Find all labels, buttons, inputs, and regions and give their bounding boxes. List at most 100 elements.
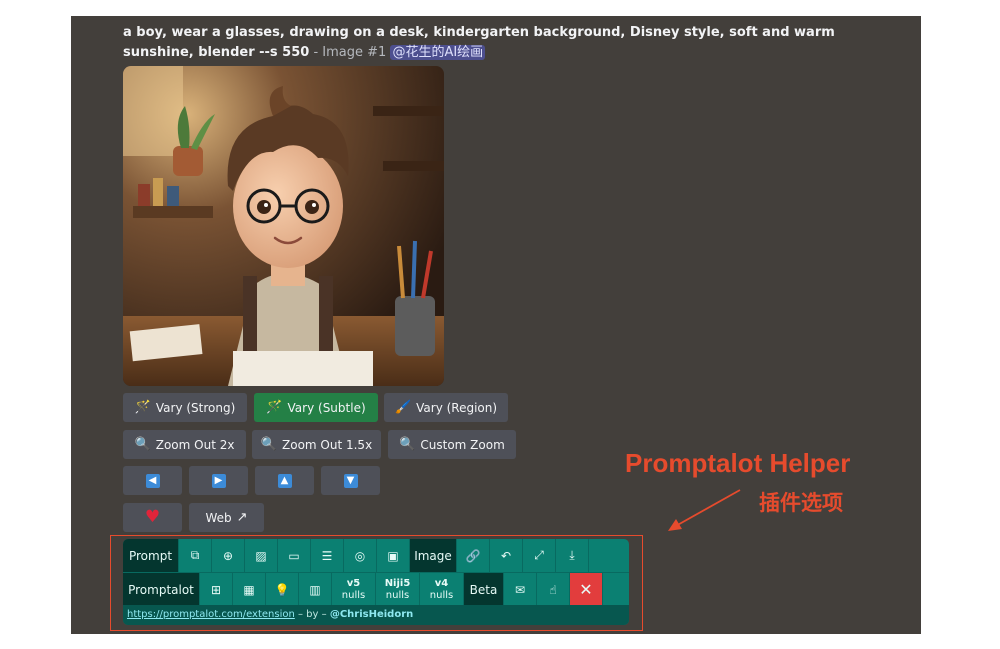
v5-label: v5 (346, 577, 361, 589)
arrow-down-icon: ▼ (343, 473, 358, 488)
annotation-subtitle: 插件选项 (759, 491, 843, 515)
vary-strong-label: Vary (Strong) (155, 400, 236, 415)
arrow-right-icon: ▶ (211, 473, 226, 488)
close-button[interactable]: ✕ (570, 573, 603, 606)
v4-sub: nulls (429, 589, 454, 601)
niji5-label: Niji5 (384, 577, 411, 589)
v5-sub: nulls (341, 589, 366, 601)
file-plus-icon: ⊞ (210, 582, 222, 597)
plus-circle-icon: ⊕ (222, 548, 234, 563)
image-tab[interactable]: Image (410, 539, 457, 572)
favorite-button[interactable]: ♥ (123, 503, 182, 532)
web-label: Web (205, 510, 232, 525)
author-link[interactable]: @ChrisHeidorn (330, 609, 413, 620)
copy-icon: ⧉ (190, 548, 200, 562)
toolbar-spacer-2 (603, 573, 629, 606)
image-icon: ▨ (255, 548, 267, 563)
toolbar-row-2: Promptalot ⊞ ▦ 💡 ▥ v5 nulls Niji5 nulls v4… (123, 572, 629, 606)
fingerprint-button[interactable]: ◎ (344, 539, 377, 572)
prompt-tab-label: Prompt (128, 548, 173, 563)
image-index: - Image #1 (313, 45, 387, 60)
expand-icon: ⤢ (534, 548, 544, 562)
promptalot-tab-label: Promptalot (128, 582, 194, 597)
beta-tab-label: Beta (469, 582, 498, 597)
annotation-arrow (668, 489, 741, 531)
zoom-out-1-5x-button[interactable]: 🔍 Zoom Out 1.5x (252, 430, 381, 459)
niji5-sub: nulls (385, 589, 410, 601)
vary-region-button[interactable]: 🖌️ Vary (Region) (384, 393, 508, 422)
beta-tab[interactable]: Beta (464, 573, 504, 606)
bar-chart-icon: ▥ (309, 582, 321, 597)
message-content: a boy, wear a glasses, drawing on a desk… (123, 23, 883, 63)
pan-up-button[interactable]: ▲ (255, 466, 314, 495)
close-icon: ✕ (579, 580, 593, 599)
copy-button[interactable]: ⧉ (179, 539, 212, 572)
vary-region-label: Vary (Region) (416, 400, 498, 415)
new-file-button[interactable]: ⊞ (200, 573, 233, 606)
arrow-up-icon: ▲ (277, 473, 292, 488)
magnifier-icon: 🔍 (134, 437, 151, 452)
add-button[interactable]: ⊕ (212, 539, 245, 572)
heart-icon: ♥ (144, 507, 161, 527)
expand-button[interactable]: ⤢ (523, 539, 556, 572)
grid-icon: ▦ (243, 582, 255, 597)
settings-button[interactable]: ☰ (311, 539, 344, 572)
chart-button[interactable]: ▥ (299, 573, 332, 606)
extension-link[interactable]: https://promptalot.com/extension (127, 609, 295, 620)
toolbar-footer: https://promptalot.com/extension – by – … (123, 605, 629, 625)
vary-strong-button[interactable]: 🪄 Vary (Strong) (123, 393, 247, 422)
magnifier-icon: 🔍 (399, 437, 416, 452)
grid-button[interactable]: ▦ (233, 573, 266, 606)
magic-wand-icon: 🪄 (134, 400, 151, 415)
lightbulb-icon: 💡 (274, 582, 290, 597)
web-button[interactable]: Web ↗ (189, 503, 264, 532)
v4-option[interactable]: v4 nulls (420, 573, 464, 606)
v4-label: v4 (434, 577, 449, 589)
comment-icon: ▭ (288, 548, 300, 563)
fingerprint-icon: ◎ (354, 548, 366, 563)
prompt-tab[interactable]: Prompt (123, 539, 179, 572)
magnifier-icon: 🔍 (260, 437, 277, 452)
generated-image[interactable] (123, 66, 444, 386)
pan-left-button[interactable]: ◀ (123, 466, 182, 495)
comment-button[interactable]: ▭ (278, 539, 311, 572)
pan-right-button[interactable]: ▶ (189, 466, 248, 495)
pan-down-button[interactable]: ▼ (321, 466, 380, 495)
by-label: – by – (298, 609, 327, 620)
undo-button[interactable]: ↶ (490, 539, 523, 572)
vary-subtle-button[interactable]: 🪄 Vary (Subtle) (254, 393, 378, 422)
arrow-left-icon: ◀ (145, 473, 160, 488)
image-button[interactable]: ▨ (245, 539, 278, 572)
paintbrush-icon: 🖌️ (394, 400, 412, 415)
toolbar-row-1: Prompt ⧉ ⊕ ▨ ▭ ☰ ◎ ▣ Image 🔗 ↶ ⤢ ⤓ (123, 539, 627, 572)
niji5-option[interactable]: Niji5 nulls (376, 573, 420, 606)
briefcase-button[interactable]: ▣ (377, 539, 410, 572)
idea-button[interactable]: 💡 (266, 573, 299, 606)
magic-wand-icon: 🪄 (266, 400, 283, 415)
hand-pointer-icon: ☝ (549, 582, 557, 597)
link-icon: 🔗 (465, 548, 481, 563)
custom-zoom-button[interactable]: 🔍 Custom Zoom (388, 430, 516, 459)
download-button[interactable]: ⤓ (556, 539, 589, 572)
briefcase-icon: ▣ (387, 548, 399, 563)
zoom-out-2x-label: Zoom Out 2x (155, 437, 235, 452)
download-icon: ⤓ (569, 548, 575, 562)
vary-subtle-label: Vary (Subtle) (287, 400, 366, 415)
user-mention[interactable]: @花生的AI绘画 (390, 45, 486, 60)
custom-zoom-label: Custom Zoom (420, 437, 505, 452)
v5-option[interactable]: v5 nulls (332, 573, 376, 606)
annotation-title: Promptalot Helper (625, 448, 851, 478)
zoom-out-1-5x-label: Zoom Out 1.5x (282, 437, 373, 452)
image-tab-label: Image (414, 548, 452, 563)
promptalot-tab[interactable]: Promptalot (123, 573, 200, 606)
zoom-out-2x-button[interactable]: 🔍 Zoom Out 2x (123, 430, 246, 459)
undo-icon: ↶ (500, 548, 512, 563)
sliders-icon: ☰ (321, 548, 333, 563)
promptalot-toolbar: Prompt ⧉ ⊕ ▨ ▭ ☰ ◎ ▣ Image 🔗 ↶ ⤢ ⤓ Promp… (123, 539, 629, 625)
boy-illustration (123, 66, 444, 386)
mail-button[interactable]: ✉ (504, 573, 537, 606)
pointer-button[interactable]: ☝ (537, 573, 570, 606)
mail-icon: ✉ (514, 582, 526, 597)
link-button[interactable]: 🔗 (457, 539, 490, 572)
